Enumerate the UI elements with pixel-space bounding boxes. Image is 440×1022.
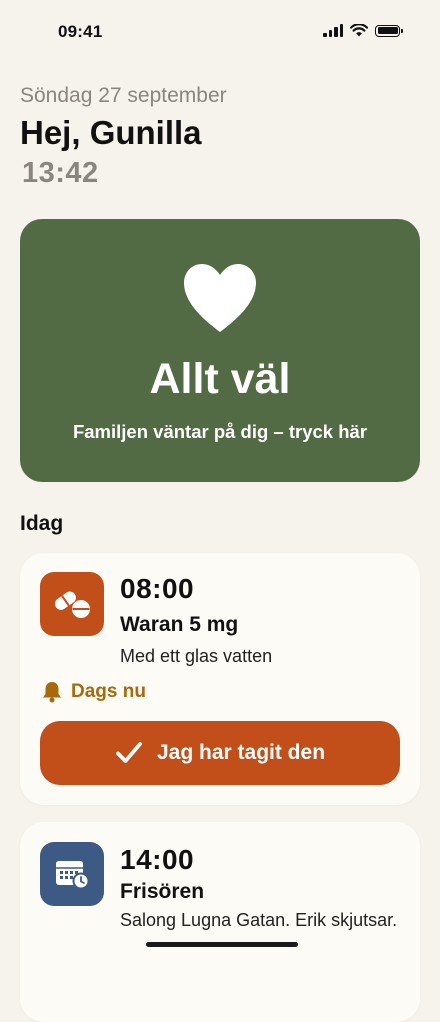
status-time: 09:41 — [58, 22, 103, 41]
wellbeing-status-card[interactable]: Allt väl Familjen väntar på dig – tryck … — [20, 219, 420, 482]
heart-icon — [184, 264, 256, 332]
task-description: Salong Lugna Gatan. Erik skjutsar. — [120, 910, 398, 930]
due-label: Dags nu — [71, 681, 146, 702]
task-title: Waran 5 mg — [120, 613, 239, 636]
task-time: 14:00 — [120, 844, 195, 875]
task-icon-tile — [40, 842, 104, 906]
task-icon-tile — [40, 572, 104, 636]
confirm-taken-button[interactable]: Jag har tagit den — [40, 721, 400, 785]
current-time: 13:42 — [22, 157, 99, 189]
task-time: 08:00 — [120, 573, 195, 604]
task-description: Med ett glas vatten — [120, 646, 273, 666]
battery-icon — [375, 24, 403, 37]
home-indicator[interactable] — [146, 942, 298, 947]
status-subtitle: Familjen väntar på dig – tryck här — [72, 421, 368, 442]
status-title: Allt väl — [149, 355, 291, 403]
confirm-taken-label: Jag har tagit den — [156, 741, 326, 764]
wifi-icon — [350, 24, 368, 37]
due-indicator: Dags nu — [42, 681, 146, 703]
task-title: Frisören — [120, 880, 205, 903]
section-title-today: Idag — [20, 512, 64, 535]
task-card-medication: 08:00 Waran 5 mg Med ett glas vatten Dag… — [20, 553, 420, 805]
greeting-title: Hej, Gunilla — [20, 114, 202, 151]
cellular-signal-icon — [323, 24, 343, 37]
calendar-clock-icon — [56, 861, 90, 890]
status-icons — [323, 24, 403, 37]
date-label: Söndag 27 september — [20, 84, 227, 107]
task-card-appointment: 14:00 Frisören Salong Lugna Gatan. Erik … — [20, 822, 420, 1022]
status-bar: 09:41 — [0, 0, 440, 60]
pill-icon — [54, 591, 90, 618]
bell-icon — [43, 682, 61, 703]
checkmark-icon — [116, 742, 142, 763]
